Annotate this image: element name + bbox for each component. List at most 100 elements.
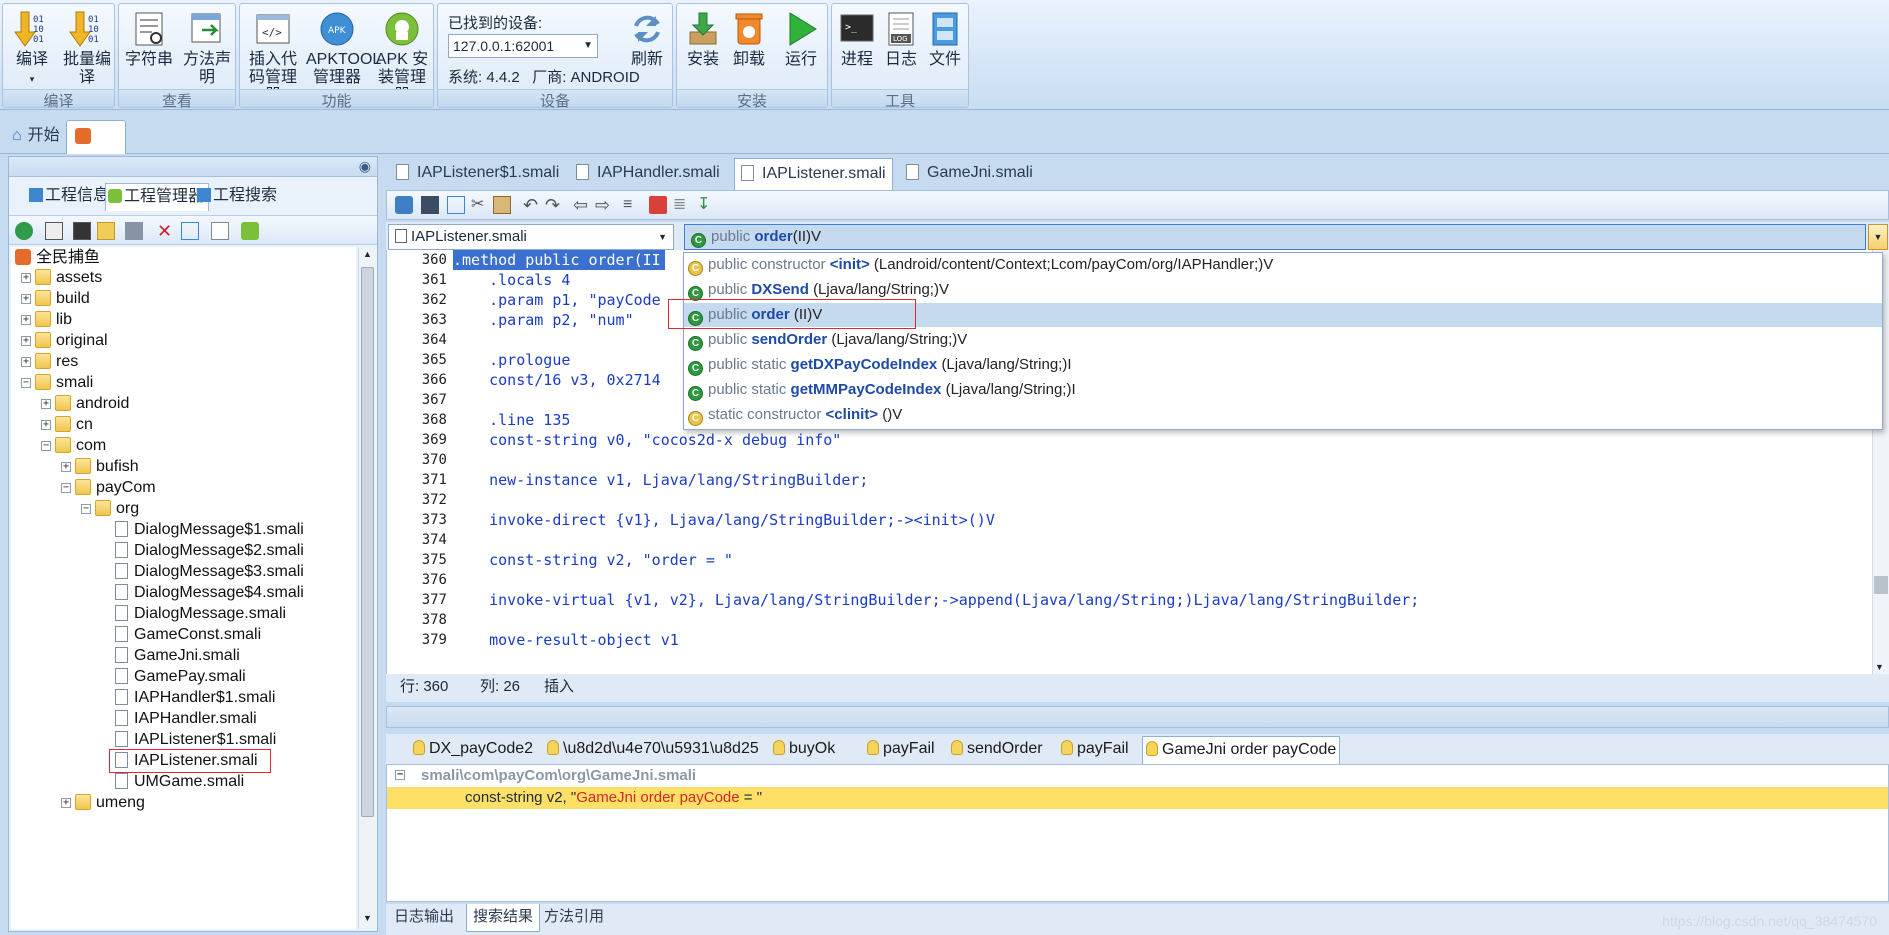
search-tab[interactable]: payFail bbox=[864, 736, 938, 764]
tab-log-output[interactable]: 日志输出 bbox=[388, 904, 460, 932]
tree-folder[interactable]: android bbox=[55, 393, 129, 415]
text-file-icon[interactable] bbox=[211, 222, 229, 240]
search-tab[interactable]: payFail bbox=[1058, 736, 1132, 764]
method-dropdown-button[interactable]: ▼ bbox=[1868, 224, 1888, 250]
refresh-button[interactable]: 刷新 bbox=[626, 10, 668, 69]
method-decl-button[interactable]: 方法声明 bbox=[181, 10, 233, 87]
tree-folder[interactable]: org bbox=[95, 498, 139, 520]
tree-file[interactable]: DialogMessage$3.smali bbox=[115, 561, 304, 583]
eye-icon[interactable]: ◉ bbox=[359, 158, 371, 175]
class-selector[interactable]: IAPListener.smali ▼ bbox=[388, 224, 674, 250]
result-line-row[interactable]: const-string v2, "GameJni order payCode … bbox=[387, 787, 1888, 809]
back-arrow-icon[interactable]: ⇦ bbox=[573, 196, 591, 214]
tab-project-manager[interactable]: 工程管理器 bbox=[105, 183, 210, 211]
method-option[interactable]: Cstatic constructor <clinit> ()V bbox=[684, 403, 1882, 427]
tree-folder[interactable]: lib bbox=[35, 309, 72, 331]
format-icon[interactable]: ≡ bbox=[623, 196, 641, 214]
expand-icon[interactable]: + bbox=[21, 336, 31, 346]
folder-search-icon[interactable] bbox=[97, 222, 115, 240]
search-tab[interactable]: \u8d2d\u4e70\u5931\u8d25 bbox=[544, 736, 762, 764]
collapse-icon[interactable]: − bbox=[61, 483, 71, 493]
redo-icon[interactable]: ↷ bbox=[545, 196, 563, 214]
tab-method-references[interactable]: 方法引用 bbox=[538, 904, 610, 932]
expand-icon[interactable]: + bbox=[21, 294, 31, 304]
file-button[interactable]: 文件 bbox=[924, 10, 966, 69]
expand-icon[interactable]: + bbox=[21, 315, 31, 325]
collapse-icon[interactable]: − bbox=[81, 504, 91, 514]
editor-tab-active[interactable]: IAPListener.smali bbox=[734, 158, 893, 190]
tree-file[interactable]: DialogMessage$4.smali bbox=[115, 582, 304, 604]
install-button[interactable]: 安装 bbox=[681, 10, 725, 69]
run-button[interactable]: 运行 bbox=[779, 10, 823, 69]
tab-start[interactable]: ⌂ 开始 bbox=[4, 120, 68, 154]
method-option[interactable]: Cpublic sendOrder (Ljava/lang/String;)V bbox=[684, 328, 1882, 352]
method-selector[interactable]: Cpublic order(II)V bbox=[684, 224, 1866, 250]
collapse-icon[interactable]: − bbox=[395, 770, 405, 780]
search-tab-active[interactable]: GameJni order payCode bbox=[1142, 736, 1341, 764]
refresh-icon[interactable] bbox=[15, 222, 33, 240]
expand-icon[interactable]: + bbox=[21, 273, 31, 283]
tab-project-info[interactable]: 工程信息 bbox=[27, 183, 113, 211]
search-tab[interactable]: sendOrder bbox=[948, 736, 1046, 764]
expand-icon[interactable]: + bbox=[41, 399, 51, 409]
tree-folder[interactable]: build bbox=[35, 288, 90, 310]
tab-project-search[interactable]: 工程搜索 bbox=[195, 183, 281, 211]
copy-icon[interactable] bbox=[447, 196, 465, 214]
scroll-down-icon[interactable]: ▼ bbox=[1875, 662, 1884, 672]
device-select[interactable]: 127.0.0.1:62001 ▼ bbox=[448, 34, 598, 58]
method-option[interactable]: Cpublic static getDXPayCodeIndex (Ljava/… bbox=[684, 353, 1882, 377]
tree-folder[interactable]: payCom bbox=[75, 477, 156, 499]
tree-folder[interactable]: cn bbox=[55, 414, 93, 436]
tree-folder[interactable]: original bbox=[35, 330, 108, 352]
tree-file[interactable]: DialogMessage$1.smali bbox=[115, 519, 304, 541]
tab-search-results[interactable]: 搜索结果 bbox=[466, 904, 541, 932]
expand-icon[interactable]: + bbox=[21, 357, 31, 367]
search-tab[interactable]: buyOk bbox=[770, 736, 838, 764]
tree-folder[interactable]: smali bbox=[35, 372, 93, 394]
tree-folder[interactable]: res bbox=[35, 351, 78, 373]
search-tab[interactable]: DX_payCode2 bbox=[410, 736, 536, 764]
android-icon[interactable] bbox=[241, 222, 259, 240]
collapse-icon[interactable]: − bbox=[41, 441, 51, 451]
tree-folder[interactable]: com bbox=[55, 435, 106, 457]
tree-folder[interactable]: bufish bbox=[75, 456, 139, 478]
editor-tab[interactable]: IAPListener$1.smali bbox=[390, 158, 565, 190]
tree-file[interactable]: DialogMessage$2.smali bbox=[115, 540, 304, 562]
forward-arrow-icon[interactable]: ⇨ bbox=[595, 196, 613, 214]
batch-compile-button[interactable]: 01 10 01 批量编译 bbox=[61, 10, 113, 87]
java-icon[interactable] bbox=[649, 196, 667, 214]
tree-file[interactable]: DialogMessage.smali bbox=[115, 603, 286, 625]
scroll-thumb[interactable] bbox=[1874, 576, 1888, 594]
scroll-down-icon[interactable]: ▼ bbox=[361, 913, 374, 927]
window-icon[interactable] bbox=[73, 222, 91, 240]
method-option[interactable]: Cpublic static getMMPayCodeIndex (Ljava/… bbox=[684, 378, 1882, 402]
copy-icon[interactable] bbox=[125, 222, 143, 240]
tab-fkby[interactable]: fkby bbox=[66, 120, 126, 177]
scroll-thumb[interactable] bbox=[361, 267, 374, 817]
expand-icon[interactable]: + bbox=[61, 462, 71, 472]
compile-button[interactable]: 01 10 01 编译 ▾ bbox=[7, 10, 57, 88]
paste-icon[interactable] bbox=[493, 196, 511, 214]
tree-file[interactable]: GameConst.smali bbox=[115, 624, 261, 646]
process-button[interactable]: >_ 进程 bbox=[836, 10, 878, 69]
tree-scrollbar[interactable]: ▲ ▼ bbox=[358, 247, 376, 929]
tree-file[interactable]: GameJni.smali bbox=[115, 645, 240, 667]
method-option[interactable]: Cpublic constructor <init> (Landroid/con… bbox=[684, 253, 1882, 277]
editor-tab[interactable]: IAPHandler.smali bbox=[570, 158, 726, 190]
screenshot-icon[interactable] bbox=[45, 222, 63, 240]
list-icon[interactable]: ≣ bbox=[673, 196, 691, 214]
log-button[interactable]: LOG 日志 bbox=[880, 10, 922, 69]
editor-tab[interactable]: GameJni.smali bbox=[900, 158, 1039, 190]
collapse-icon[interactable]: − bbox=[21, 378, 31, 388]
apktool-manager-button[interactable]: APK APKTOOL管理器 bbox=[306, 10, 381, 87]
tree-file[interactable]: IAPHandler$1.smali bbox=[115, 687, 275, 709]
lock-icon[interactable] bbox=[395, 196, 413, 214]
cut-icon[interactable]: ✂ bbox=[471, 196, 489, 214]
rename-icon[interactable] bbox=[181, 222, 199, 240]
tree-file[interactable]: UMGame.smali bbox=[115, 771, 244, 793]
tree-file[interactable]: IAPListener$1.smali bbox=[115, 729, 276, 751]
strings-button[interactable]: 字符串 bbox=[123, 10, 175, 69]
undo-icon[interactable]: ↶ bbox=[523, 196, 541, 214]
expand-icon[interactable]: + bbox=[41, 420, 51, 430]
scroll-up-icon[interactable]: ▲ bbox=[361, 249, 374, 263]
